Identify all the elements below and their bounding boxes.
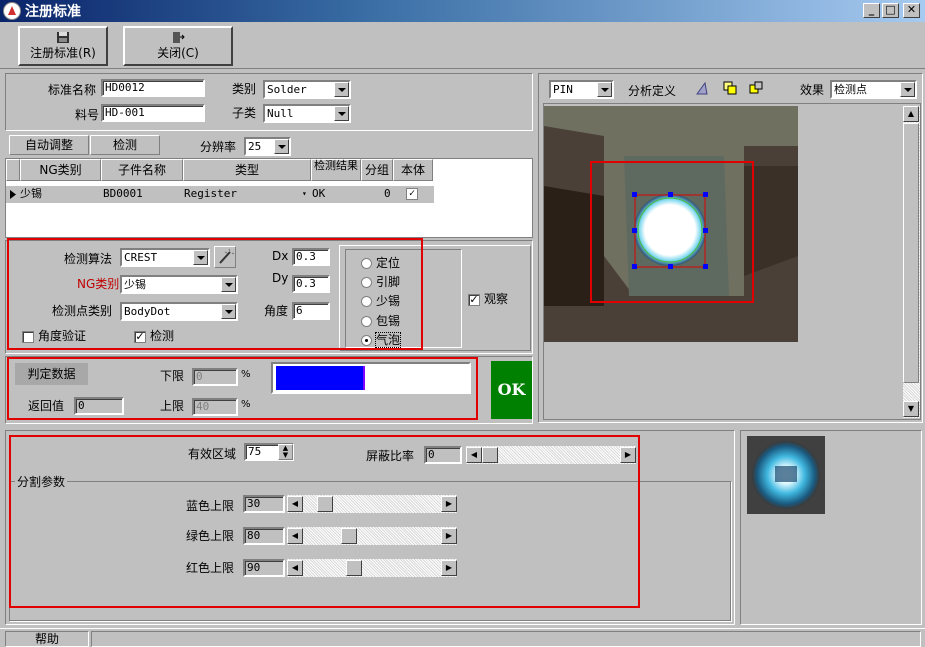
cell-result: OK bbox=[312, 187, 326, 200]
close-label: 关闭(C) bbox=[157, 46, 199, 60]
help-status[interactable]: 帮助 bbox=[5, 631, 89, 647]
save-icon bbox=[57, 32, 69, 43]
status-message bbox=[91, 631, 921, 647]
category-select[interactable]: Solder bbox=[263, 80, 351, 99]
chevron-down-icon[interactable] bbox=[274, 139, 289, 154]
highlight-region bbox=[9, 435, 640, 608]
effect-select[interactable]: 检测点 bbox=[830, 80, 917, 99]
scroll-thumb[interactable] bbox=[903, 123, 919, 383]
highlight-image bbox=[590, 161, 754, 303]
pin-value: PIN bbox=[553, 83, 573, 96]
register-standard-button[interactable]: 注册标准(R) bbox=[18, 26, 108, 66]
scroll-up-button[interactable]: ▲ bbox=[903, 106, 919, 122]
standard-name-label: 标准名称 bbox=[48, 83, 97, 97]
maximize-button[interactable]: □ bbox=[882, 3, 899, 18]
paste-layer-icon[interactable] bbox=[748, 80, 764, 96]
col-detect-result[interactable]: 检测结果 bbox=[311, 159, 361, 181]
auto-adjust-button[interactable]: 自动调整 bbox=[9, 135, 89, 155]
highlight-judge bbox=[7, 357, 478, 420]
resolution-value: 25 bbox=[248, 140, 262, 153]
copy-layer-icon[interactable] bbox=[722, 80, 738, 96]
part-number-label: 料号 bbox=[75, 108, 100, 122]
highlight-algorithm bbox=[7, 238, 423, 350]
effect-value: 检测点 bbox=[834, 83, 867, 96]
title-bar: 注册标准 _ □ ✕ bbox=[0, 0, 925, 22]
subcategory-select[interactable]: Null bbox=[263, 104, 351, 123]
status-bar: 帮助 bbox=[0, 628, 925, 647]
draw-triangle-icon[interactable] bbox=[695, 80, 711, 96]
detect-button[interactable]: 检测 bbox=[90, 135, 160, 155]
col-group[interactable]: 分组 bbox=[361, 159, 393, 181]
observe-checkbox[interactable]: ✓ 观察 bbox=[468, 290, 508, 307]
subcategory-value: Null bbox=[267, 107, 294, 120]
resolution-select[interactable]: 25 bbox=[244, 137, 291, 156]
exit-door-icon bbox=[173, 32, 185, 43]
toolbar: 注册标准(R) 关闭(C) bbox=[0, 22, 925, 69]
cell-body-checkbox[interactable]: ✓ bbox=[406, 188, 418, 200]
cell-name: BD0001 bbox=[103, 187, 143, 200]
category-label: 类别 bbox=[232, 82, 257, 96]
col-type[interactable]: 类型 bbox=[183, 159, 311, 181]
thumbnail-image bbox=[747, 436, 825, 514]
register-standard-label: 注册标准(R) bbox=[30, 46, 96, 60]
chevron-down-icon[interactable] bbox=[597, 82, 612, 97]
observe-label: 观察 bbox=[484, 292, 509, 306]
pin-select[interactable]: PIN bbox=[549, 80, 614, 99]
scroll-down-button[interactable]: ▼ bbox=[903, 401, 919, 417]
part-number-input[interactable]: HD-001 bbox=[101, 104, 205, 122]
image-vertical-scrollbar[interactable]: ▲ ▼ bbox=[903, 106, 920, 418]
category-value: Solder bbox=[267, 83, 307, 96]
ok-result-indicator: OK bbox=[491, 361, 532, 419]
component-table[interactable]: NG类别 子件名称 类型 检测结果 分组 本体 少锡 BD0001 Regist… bbox=[5, 158, 533, 238]
table-corner bbox=[6, 159, 20, 181]
chevron-down-icon[interactable] bbox=[334, 82, 349, 97]
analysis-definition-label: 分析定义 bbox=[628, 84, 677, 98]
resolution-label: 分辨率 bbox=[200, 140, 237, 154]
app-icon bbox=[3, 2, 21, 20]
col-ng-category[interactable]: NG类别 bbox=[20, 159, 101, 181]
standard-name-input[interactable]: HD0012 bbox=[101, 79, 205, 97]
cell-group: 0 bbox=[384, 187, 391, 200]
subcategory-label: 子类 bbox=[232, 106, 257, 120]
cell-ng: 少锡 bbox=[20, 187, 42, 200]
close-window-button[interactable]: ✕ bbox=[903, 3, 920, 18]
chevron-down-icon[interactable] bbox=[334, 106, 349, 121]
effect-label: 效果 bbox=[800, 83, 825, 97]
cell-type-dropdown-icon[interactable]: ▾ bbox=[302, 186, 307, 203]
col-part-name[interactable]: 子件名称 bbox=[101, 159, 183, 181]
chevron-down-icon[interactable] bbox=[900, 82, 915, 97]
cell-type[interactable]: Register bbox=[184, 186, 237, 203]
minimize-button[interactable]: _ bbox=[863, 3, 880, 18]
col-body[interactable]: 本体 bbox=[393, 159, 433, 181]
close-button[interactable]: 关闭(C) bbox=[123, 26, 233, 66]
row-pointer-icon bbox=[10, 190, 16, 199]
observe-check-box[interactable]: ✓ bbox=[468, 293, 480, 306]
window-title: 注册标准 bbox=[25, 4, 81, 20]
